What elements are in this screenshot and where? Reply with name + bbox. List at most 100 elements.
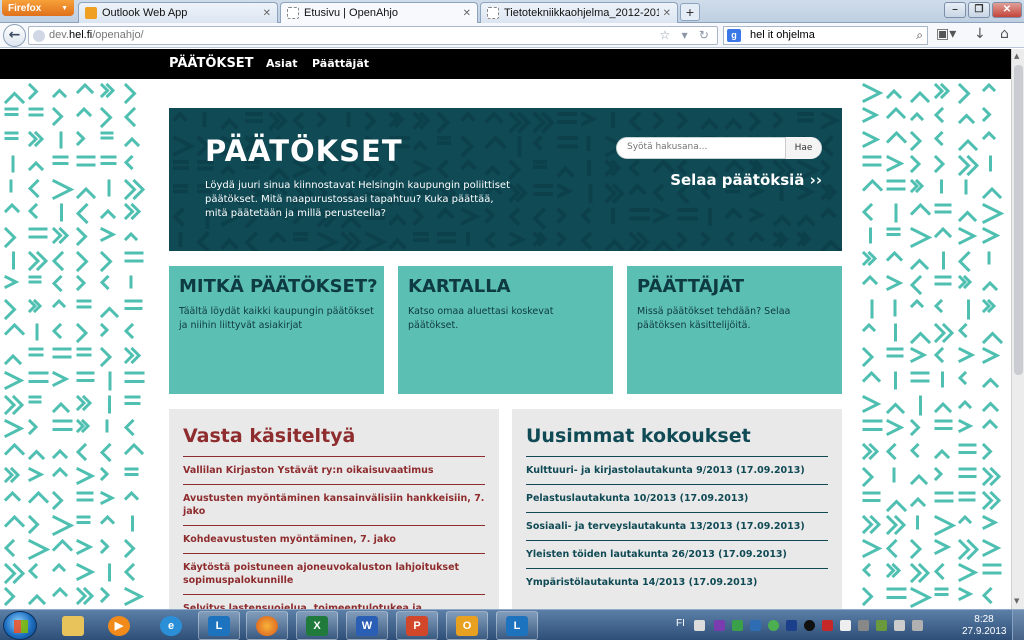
search-input[interactable] <box>627 142 777 152</box>
system-clock[interactable]: 8:28 27.9.2013 <box>962 614 1007 638</box>
close-tab-icon[interactable]: ✕ <box>463 8 471 19</box>
start-button[interactable] <box>3 611 37 640</box>
network-icon[interactable] <box>894 620 905 631</box>
new-tab-button[interactable]: + <box>680 3 700 21</box>
hero-banner: PÄÄTÖKSET Löydä juuri sinua kiinnostavat… <box>169 108 842 251</box>
downloads-icon[interactable]: ↓ <box>974 26 986 42</box>
browser-search-field[interactable]: g hel it ohjelma ⌕ <box>723 26 928 45</box>
meeting-item-link[interactable]: Kulttuuri- ja kirjastolautakunta 9/2013 … <box>526 456 828 484</box>
scroll-down-icon[interactable]: ▼ <box>1014 597 1019 605</box>
tray-app-icon[interactable] <box>732 620 743 631</box>
tab-pdf[interactable]: Tietotekniikkaohjelma_2012-2014.pdf ✕ <box>480 2 678 23</box>
pattern-glyph <box>100 155 117 165</box>
pattern-glyph <box>861 82 884 104</box>
onenote-icon[interactable] <box>714 620 725 631</box>
minimize-window-button[interactable]: – <box>944 2 966 18</box>
google-icon[interactable]: g <box>727 29 741 42</box>
taskbar-word[interactable]: W <box>346 611 388 640</box>
address-bar[interactable]: dev.hel.fi/openahjo/ ☆ ▾ ↻ <box>28 26 718 45</box>
taskbar-media-player[interactable]: ▶ <box>98 611 140 640</box>
taskbar-lync[interactable]: L <box>198 611 240 640</box>
taskbar-firefox[interactable] <box>246 611 288 640</box>
recent-item-link[interactable]: Vallilan Kirjaston Ystävät ry:n oikaisuv… <box>183 456 485 484</box>
meeting-item-link[interactable]: Sosiaali- ja terveyslautakunta 13/2013 (… <box>526 512 828 540</box>
tab-openahjo[interactable]: Etusivu | OpenAhjo ✕ <box>280 2 478 23</box>
taskbar-explorer[interactable] <box>52 611 94 640</box>
taskbar-lync-2[interactable]: L <box>496 611 538 640</box>
pattern-glyph <box>981 226 1001 245</box>
pattern-glyph <box>886 587 907 599</box>
show-desktop-button[interactable] <box>1012 610 1024 640</box>
nav-link-asiat[interactable]: Asiat <box>266 57 298 70</box>
tray-app-icon[interactable] <box>822 620 833 631</box>
bluetooth-icon[interactable] <box>786 620 797 631</box>
card-decisions[interactable]: MITKÄ PÄÄTÖKSET? Täältä löydät kaikki ka… <box>169 266 384 394</box>
pattern-glyph <box>861 562 872 578</box>
tray-app-icon[interactable] <box>858 620 869 631</box>
meeting-item-link[interactable]: Pelastuslautakunta 10/2013 (17.09.2013) <box>526 484 828 512</box>
power-icon[interactable] <box>912 620 923 631</box>
taskbar-outlook[interactable]: O <box>446 611 488 640</box>
tray-app-icon[interactable] <box>750 620 761 631</box>
pattern-glyph <box>75 202 89 225</box>
pattern-glyph <box>51 88 68 99</box>
search-icon[interactable]: ⌕ <box>916 28 923 43</box>
close-window-button[interactable]: ✕ <box>992 2 1022 18</box>
restore-window-button[interactable]: ❐ <box>968 2 990 18</box>
browse-decisions-link[interactable]: Selaa päätöksiä ›› <box>670 171 822 189</box>
recent-item-link[interactable]: Käytöstä poistuneen ajoneuvokaluston lah… <box>183 553 485 594</box>
taskbar-powerpoint[interactable]: P <box>396 611 438 640</box>
card-decision-makers[interactable]: PÄÄTTÄJÄT Missä päätökset tehdään? Selaa… <box>627 266 842 394</box>
bookmarks-menu-icon[interactable]: ▣▾ <box>936 26 956 42</box>
tab-outlook[interactable]: Outlook Web App ✕ <box>78 2 278 23</box>
tray-arrow-icon[interactable] <box>694 620 705 631</box>
pattern-glyph <box>885 154 905 173</box>
meeting-item-link[interactable]: Ympäristölautakunta 14/2013 (17.09.2013) <box>526 568 828 596</box>
close-tab-icon[interactable]: ✕ <box>663 8 671 19</box>
site-brand-link[interactable]: PÄÄTÖKSET <box>169 56 254 71</box>
home-icon[interactable]: ⌂ <box>1000 26 1009 42</box>
taskbar-ie[interactable]: e <box>150 611 192 640</box>
pattern-glyph <box>27 593 47 606</box>
close-tab-icon[interactable]: ✕ <box>263 8 271 19</box>
card-map[interactable]: KARTALLA Katso omaa aluettasi koskevat p… <box>398 266 613 394</box>
scrollbar-thumb[interactable] <box>1014 65 1023 375</box>
url-host: hel.fi <box>68 29 93 41</box>
pattern-glyph <box>861 538 883 559</box>
pattern-glyph <box>933 448 951 460</box>
pattern-glyph <box>676 231 688 249</box>
tray-app-icon[interactable] <box>804 620 815 631</box>
volume-icon[interactable] <box>840 620 851 631</box>
pattern-glyph <box>51 178 75 201</box>
pattern-glyph <box>76 371 95 382</box>
pattern-glyph <box>316 231 340 251</box>
pattern-glyph <box>981 377 1000 389</box>
scroll-up-icon[interactable]: ▲ <box>1014 52 1019 60</box>
sync-icon[interactable] <box>768 620 779 631</box>
search-button[interactable]: Hae <box>785 137 821 159</box>
pattern-glyph <box>957 418 974 434</box>
hero-logo: PÄÄTÖKSET <box>205 134 403 168</box>
recent-item-link[interactable]: Selvitys lastensuojelua, toimeentulotuke… <box>183 594 485 609</box>
meeting-item-link[interactable]: Yleisten töiden lautakunta 26/2013 (17.0… <box>526 540 828 568</box>
recent-item-link[interactable]: Kohdeavustusten myöntäminen, 7. jako <box>183 525 485 553</box>
pattern-glyph <box>124 467 139 476</box>
bookmark-star-icon[interactable]: ☆ ▾ ↻ <box>659 28 713 42</box>
pattern-glyph <box>3 466 21 484</box>
panel-title: Uusimmat kokoukset <box>526 425 751 447</box>
page-scrollbar[interactable]: ▲ ▼ <box>1011 49 1024 609</box>
nav-link-paattajat[interactable]: Päättäjät <box>312 57 369 70</box>
pattern-glyph <box>533 160 547 169</box>
pattern-glyph <box>981 298 997 314</box>
pattern-glyph <box>99 466 110 482</box>
language-indicator[interactable]: FI <box>676 618 685 629</box>
tray-app-icon[interactable] <box>876 620 887 631</box>
pattern-glyph <box>820 239 842 251</box>
taskbar-excel[interactable]: X <box>296 611 338 640</box>
pattern-glyph <box>27 202 39 220</box>
pattern-glyph <box>51 298 67 309</box>
pattern-glyph <box>957 82 971 105</box>
recent-item-link[interactable]: Avustusten myöntäminen kansainvälisiin h… <box>183 484 485 525</box>
firefox-menu-button[interactable]: Firefox ▼ <box>2 0 74 16</box>
back-arrow-icon[interactable]: ← <box>3 24 26 47</box>
